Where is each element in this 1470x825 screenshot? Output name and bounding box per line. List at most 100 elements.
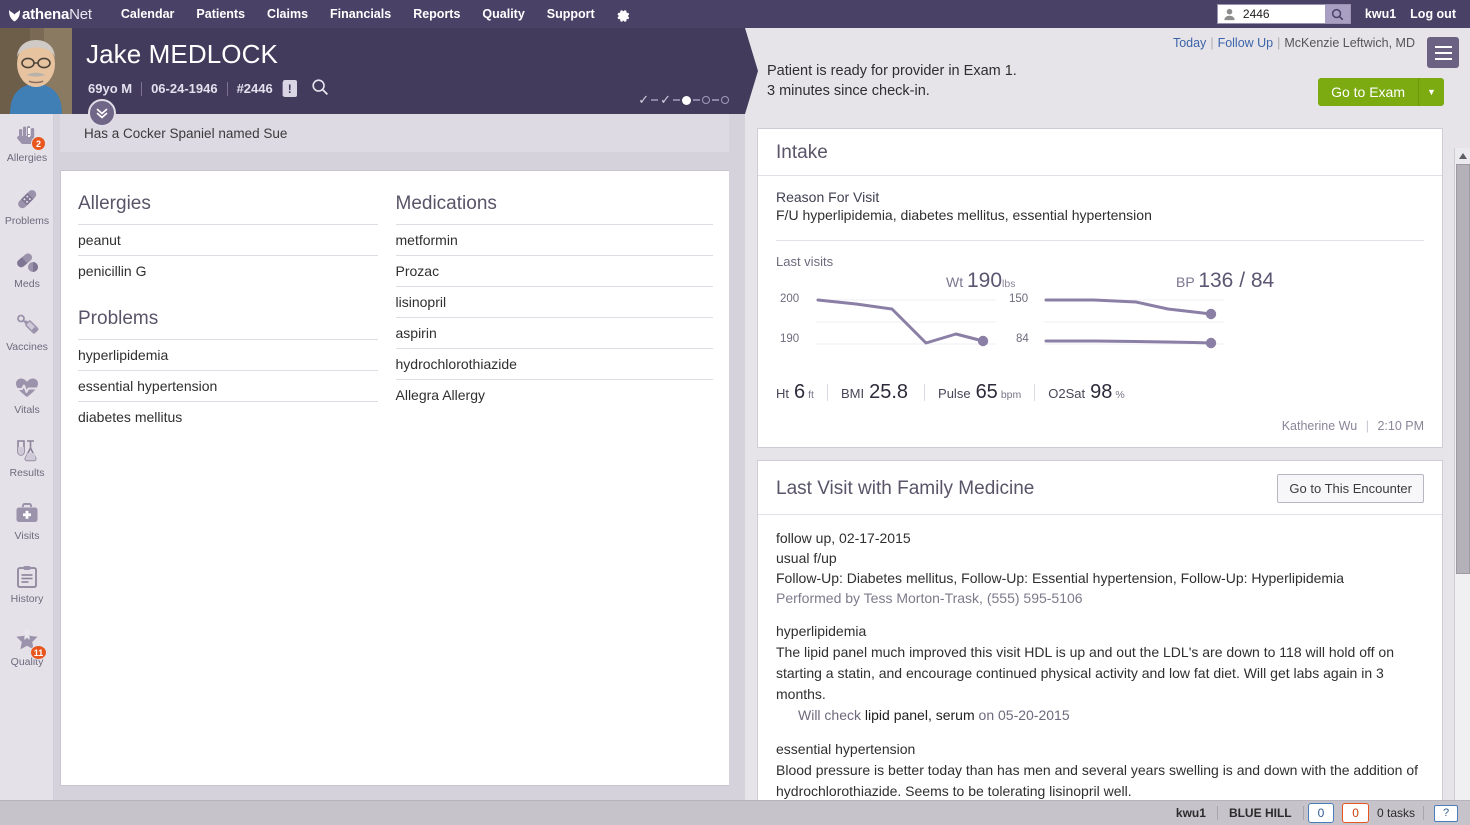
bp-value: 136 / 84 — [1198, 269, 1274, 292]
gear-icon[interactable] — [612, 3, 634, 25]
breadcrumb: Today|Follow Up|McKenzie Leftwich, MD — [1173, 36, 1415, 50]
breadcrumb-separator: | — [1206, 36, 1217, 50]
sidebar-item-meds[interactable]: Meds — [0, 240, 54, 303]
alert-icon[interactable]: ! — [283, 80, 297, 97]
last-visit-card-header: Last Visit with Family Medicine Go to Th… — [758, 461, 1442, 515]
vital-bmi: BMI 25.8 — [828, 381, 924, 404]
nav-item-support[interactable]: Support — [536, 1, 606, 27]
nav-item-patients[interactable]: Patients — [185, 1, 256, 27]
list-item[interactable]: peanut — [78, 224, 378, 255]
list-item[interactable]: metformin — [396, 224, 714, 255]
last-visits-label: Last visits — [776, 241, 1424, 271]
weight-ytick-top: 200 — [780, 293, 799, 305]
search-input[interactable] — [1241, 5, 1325, 23]
left-pane-scroll-gutter[interactable] — [729, 114, 743, 820]
list-item[interactable]: lisinopril — [396, 286, 714, 317]
patient-name: Jake MEDLOCK — [86, 39, 278, 70]
statusbar-count-blue[interactable]: 0 — [1308, 803, 1335, 823]
progress-step-pending-1 — [702, 96, 710, 104]
vital-pulse-value: 65 — [971, 381, 1001, 404]
search-submit-button[interactable] — [1325, 4, 1351, 24]
list-item[interactable]: hydrochlorothiazide — [396, 348, 714, 379]
hamburger-menu-icon[interactable] — [1427, 37, 1459, 68]
statusbar-count-orange[interactable]: 0 — [1342, 803, 1369, 823]
right-pane-scrollbar[interactable] — [1454, 148, 1470, 825]
sidebar-label-vitals: Vitals — [14, 404, 40, 416]
encounter-problem-note: Blood pressure is better today than has … — [776, 760, 1424, 800]
nav-item-reports[interactable]: Reports — [402, 1, 471, 27]
medical-bag-icon — [14, 501, 40, 527]
list-item[interactable]: hyperlipidemia — [78, 339, 378, 370]
top-navigation-bar: athenaNet Calendar Patients Claims Finan… — [0, 0, 1470, 28]
athenanet-logo[interactable]: athenaNet — [0, 6, 98, 23]
list-item[interactable]: Allegra Allergy — [396, 379, 714, 410]
left-sidebar: 2 Allergies Problems — [0, 114, 54, 820]
list-item[interactable]: essential hypertension — [78, 370, 378, 401]
statusbar-practice: BLUE HILL — [1218, 806, 1303, 820]
spacer — [776, 608, 1424, 621]
right-column: Medications metformin Prozac lisinopril … — [396, 187, 714, 432]
patient-note-strip: Has a Cocker Spaniel named Sue — [60, 114, 731, 152]
help-question-icon[interactable]: ? — [1434, 805, 1458, 822]
sidebar-item-quality[interactable]: 11 Quality — [0, 618, 54, 681]
order-item-text[interactable]: lipid panel, serum — [865, 707, 975, 723]
breadcrumb-followup[interactable]: Follow Up — [1218, 36, 1274, 50]
sidebar-item-problems[interactable]: Problems — [0, 177, 54, 240]
patient-search-icon[interactable] — [311, 78, 329, 99]
sidebar-label-visits: Visits — [15, 530, 40, 542]
sidebar-label-vaccines: Vaccines — [6, 341, 48, 353]
list-item[interactable]: penicillin G — [78, 255, 378, 286]
sidebar-item-history[interactable]: History — [0, 555, 54, 618]
vital-bmi-value: 25.8 — [864, 381, 911, 404]
summary-columns: Allergies peanut penicillin G Problems h… — [61, 171, 730, 432]
progress-step-check-1: ✓ — [638, 92, 649, 108]
chevron-double-down-icon[interactable] — [88, 99, 116, 127]
bp-ytick-systolic: 150 — [1009, 293, 1028, 305]
scroll-up-arrow-icon[interactable] — [1455, 148, 1470, 164]
patient-header-banner: Jake MEDLOCK 69yo M 06-24-1946 #2446 ! ✓… — [0, 28, 745, 114]
status-line-1: Patient is ready for provider in Exam 1. — [767, 61, 1017, 81]
brand-text-main: athena — [22, 6, 69, 23]
sidebar-item-vitals[interactable]: Vitals — [0, 366, 54, 429]
progress-connector — [673, 99, 680, 101]
caret-down-icon[interactable]: ▼ — [1418, 78, 1444, 106]
nav-item-calendar[interactable]: Calendar — [110, 1, 186, 27]
patient-status-message: Patient is ready for provider in Exam 1.… — [767, 61, 1017, 101]
go-to-encounter-button[interactable]: Go to This Encounter — [1277, 474, 1424, 503]
clinical-summary-card: Allergies peanut penicillin G Problems h… — [60, 170, 731, 786]
patient-search-box[interactable] — [1217, 4, 1326, 24]
nav-item-financials[interactable]: Financials — [319, 1, 402, 27]
sidebar-item-allergies[interactable]: 2 Allergies — [0, 114, 54, 177]
sidebar-item-visits[interactable]: Visits — [0, 492, 54, 555]
spacer — [776, 726, 1424, 739]
bp-ytick-diastolic: 84 — [1016, 333, 1029, 345]
weight-ytick-bottom: 190 — [780, 333, 799, 345]
breadcrumb-provider: McKenzie Leftwich, MD — [1284, 36, 1415, 50]
vital-o2sat: O2Sat 98 % — [1035, 381, 1137, 404]
vital-o2sat-value: 98 — [1085, 381, 1115, 404]
reason-for-visit-value: F/U hyperlipidemia, diabetes mellitus, e… — [776, 205, 1424, 223]
nav-item-claims[interactable]: Claims — [256, 1, 319, 27]
go-to-exam-button[interactable]: Go to Exam — [1318, 78, 1418, 106]
scrollbar-thumb[interactable] — [1456, 164, 1470, 574]
banner-arrow-decoration — [745, 28, 758, 114]
progress-step-pending-2 — [721, 96, 729, 104]
vital-height: Ht 6 ft — [776, 381, 827, 404]
vital-pulse-unit: bpm — [1001, 389, 1021, 401]
statusbar-tasks-label[interactable]: 0 tasks — [1373, 806, 1423, 820]
patient-photo[interactable] — [0, 28, 72, 114]
nav-item-quality[interactable]: Quality — [471, 1, 535, 27]
sidebar-item-vaccines[interactable]: Vaccines — [0, 303, 54, 366]
intake-card-body: Reason For Visit F/U hyperlipidemia, dia… — [758, 176, 1442, 447]
sidebar-item-results[interactable]: Results — [0, 429, 54, 492]
right-pane-scroll-area: Intake Reason For Visit F/U hyperlipidem… — [745, 120, 1455, 800]
list-item[interactable]: aspirin — [396, 317, 714, 348]
list-item[interactable]: diabetes mellitus — [78, 401, 378, 432]
order-tail-text: on 05-20-2015 — [979, 707, 1070, 723]
logout-link[interactable]: Log out — [1410, 7, 1470, 21]
intake-credit-name: Katherine Wu — [1282, 419, 1358, 433]
weight-unit: lbs — [1002, 278, 1015, 290]
breadcrumb-today[interactable]: Today — [1173, 36, 1206, 50]
list-item[interactable]: Prozac — [396, 255, 714, 286]
nav-username[interactable]: kwu1 — [1351, 7, 1410, 21]
